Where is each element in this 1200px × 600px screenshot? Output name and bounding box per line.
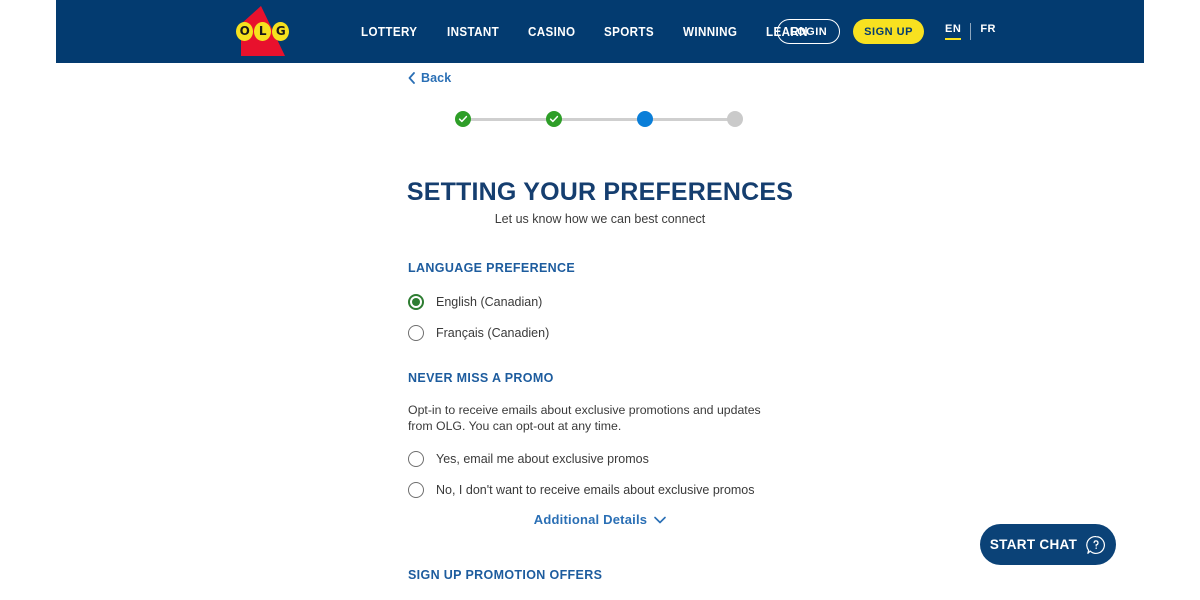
signup-promotion-section: SIGN UP PROMOTION OFFERS Select a promot… [408,568,828,600]
stepper-step-2-complete[interactable] [546,111,562,127]
radio-promo-yes-label: Yes, email me about exclusive promos [436,452,649,466]
nav-link-sports[interactable]: SPORTS [604,25,654,39]
stepper-step-4-pending [727,111,743,127]
olg-logo[interactable]: O L G [233,6,289,56]
language-toggle: EN FR [945,23,996,40]
radio-option-promo-yes[interactable]: Yes, email me about exclusive promos [408,451,796,467]
stepper-step-3-current[interactable] [637,111,653,127]
login-button[interactable]: LOGIN [777,19,841,44]
header-actions: LOGIN SIGN UP EN FR [777,0,996,63]
chevron-left-icon [408,72,415,84]
radio-promo-no-mark[interactable] [408,482,424,498]
logo-letter-o: O [236,22,253,41]
nav-link-instant[interactable]: INSTANT [447,25,499,39]
signup-promotion-heading: SIGN UP PROMOTION OFFERS [408,568,603,582]
nav-link-casino[interactable]: CASINO [528,25,575,39]
additional-details-label: Additional Details [533,512,648,527]
start-chat-button[interactable]: START CHAT [980,524,1116,565]
language-toggle-en[interactable]: EN [945,23,962,40]
logo-letter-l: L [254,22,271,41]
radio-promo-yes-mark[interactable] [408,451,424,467]
check-icon [458,115,468,123]
page-title: SETTING YOUR PREFERENCES [406,178,794,206]
language-toggle-fr[interactable]: FR [980,23,996,40]
promo-description: Opt-in to receive emails about exclusive… [408,403,761,433]
chat-help-icon [1086,535,1106,554]
radio-english-label: English (Canadian) [436,295,543,309]
check-icon [549,115,559,123]
radio-option-french[interactable]: Français (Canadien) [408,325,796,341]
nav-link-lottery[interactable]: LOTTERY [361,25,417,39]
page-subtitle: Let us know how we can best connect [494,212,706,226]
stepper-step-1-complete[interactable] [455,111,471,127]
back-link-label: Back [421,71,452,85]
promo-heading: NEVER MISS A PROMO [408,371,554,385]
back-link[interactable]: Back [408,71,451,85]
site-header: O L G LOTTERY INSTANT CASINO SPORTS WINN… [56,0,1144,63]
start-chat-label: START CHAT [989,537,1078,552]
language-toggle-separator [970,23,972,40]
nav-link-winning[interactable]: WINNING [683,25,737,39]
stepper-track [463,118,735,121]
radio-option-promo-no[interactable]: No, I don't want to receive emails about… [408,482,796,498]
language-preference-heading: LANGUAGE PREFERENCE [408,261,576,275]
main-nav: LOTTERY INSTANT CASINO SPORTS WINNING LE… [361,0,811,63]
radio-french-label: Français (Canadien) [436,326,550,340]
radio-english-mark[interactable] [408,294,424,310]
progress-stepper [455,111,743,127]
logo-letters: O L G [236,22,289,41]
chevron-down-icon [654,516,666,523]
radio-promo-no-label: No, I don't want to receive emails about… [436,483,755,497]
logo-letter-g: G [272,22,289,41]
radio-french-mark[interactable] [408,325,424,341]
signup-button[interactable]: SIGN UP [853,19,925,44]
preferences-form: LANGUAGE PREFERENCE English (Canadian) F… [408,261,796,498]
radio-option-english[interactable]: English (Canadian) [408,294,796,310]
